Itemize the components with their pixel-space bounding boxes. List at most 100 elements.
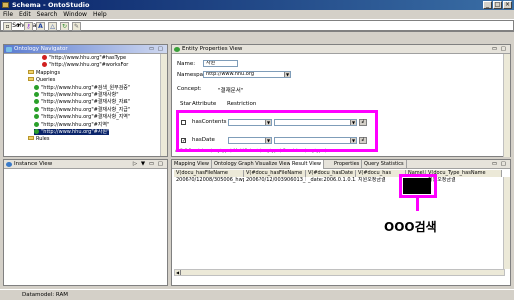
status-text: Datamodel: RAM: [22, 292, 68, 298]
instance-icon: [6, 162, 12, 167]
menu-search[interactable]: Search: [37, 10, 58, 19]
close-icon[interactable]: ×: [503, 1, 512, 9]
result-table-body: 2006?0/12008/305006_hwp 2006?0/12/0039060…: [172, 177, 505, 184]
query-icon: [34, 114, 39, 120]
tree-item[interactable]: "http://www.hhu.org"#결재사항_지급": [34, 106, 131, 113]
folder-icon: [28, 136, 34, 141]
menu-file[interactable]: File: [3, 10, 13, 19]
key-icon[interactable]: ⚷: [24, 22, 33, 31]
instance-view-tab[interactable]: Instance View ▷ ▼ ▭ ▢: [4, 160, 167, 169]
tree-item[interactable]: "http://www.hhu.org"#hasType: [42, 55, 126, 61]
tree-item-label: "http://www.hhu.org"#결재사항_지역": [41, 114, 131, 121]
property-icon: [42, 62, 47, 68]
tree-item[interactable]: "http://www.hhu.org"#지역": [34, 121, 110, 128]
tree-item[interactable]: Rules: [28, 136, 50, 142]
tree-item[interactable]: "http://www.hhu.org"#결재사항_자료": [34, 99, 130, 105]
pane-controls[interactable]: ▭ ▢: [492, 160, 507, 169]
ontology-navigator-tab[interactable]: Ontology Navigator ▭ ▢: [4, 45, 167, 54]
column-header[interactable]: V(#docu_hasFileName: [244, 170, 306, 177]
toolbar: ▫ ▾ ⚷ A △ ↻ ✎ ◉ Schema: [0, 19, 514, 32]
window-controls: _ □ ×: [483, 1, 512, 9]
query-icon: [34, 99, 39, 105]
result-tab[interactable]: Mapping View: [172, 160, 212, 169]
a-icon[interactable]: A: [36, 22, 45, 31]
namespace-value: http://www.hhu.org: [206, 71, 255, 77]
result-table-header: V(docu_hasFileName V(#docu_hasFileName V(#…: [172, 170, 505, 177]
query-icon: [34, 121, 39, 127]
property-icon: [42, 55, 47, 60]
annotation-label: OOO검색: [384, 220, 437, 234]
tree-item-label: Queries: [36, 77, 56, 84]
tree-item-label: "http://www.hhu.org"#결재사항": [41, 92, 119, 98]
refresh-icon[interactable]: ↻: [60, 22, 69, 31]
tree-item-label: "http://www.hhu.org"#결재사항_지급": [41, 106, 131, 113]
highlight-box: [176, 110, 378, 152]
namespace-select[interactable]: http://www.hhu.org ▼: [203, 71, 291, 78]
cell-highlight-box: [399, 174, 437, 198]
result-scrollbar[interactable]: [503, 177, 510, 269]
column-header[interactable]: V(#docu_hasDate: [306, 170, 356, 177]
result-tab[interactable]: Ontology Graph Visualize View: [212, 160, 294, 169]
properties-scrollbar[interactable]: [503, 54, 510, 157]
column-header[interactable]: V(docu_hasFileName: [174, 170, 244, 177]
table-cell[interactable]: 2006?0/12/003906013_hwp: [244, 177, 306, 184]
tree-scrollbar[interactable]: [160, 54, 167, 156]
pane-controls[interactable]: ▭ ▢: [149, 45, 164, 54]
header-attribute: Attribute: [192, 101, 217, 107]
result-tab[interactable]: Properties: [332, 160, 363, 169]
menu-edit[interactable]: Edit: [19, 10, 31, 19]
entity-icon: [174, 47, 180, 52]
window-title: Schema - OntoStudio: [12, 1, 90, 9]
query-icon: [34, 129, 39, 134]
name-label: Name:: [177, 61, 196, 67]
ontology-tree: "http://www.hhu.org"#hasType "http://www.…: [4, 54, 167, 156]
result-tab[interactable]: Query Statistics: [362, 160, 407, 169]
result-horizontal-scrollbar[interactable]: ◀: [174, 269, 505, 276]
tree-item[interactable]: "http://www.hhu.org"#worksFor: [42, 62, 128, 68]
tree-item[interactable]: "http://www.hhu.org"#결재사항_지역": [34, 114, 130, 120]
tree-item-label: "http://www.hhu.org"#사원": [41, 129, 110, 135]
tree-item[interactable]: Mappings: [28, 69, 60, 76]
triangle-icon[interactable]: △: [48, 22, 57, 31]
menu-window[interactable]: Window: [63, 10, 87, 19]
header-star: Star: [180, 101, 192, 107]
tree-item-label: "http://www.hhu.org"#hasType: [49, 55, 127, 61]
menu-bar: File Edit Search Window Help: [0, 10, 514, 19]
entity-properties-tab[interactable]: Entity Properties View ▭ ▢: [172, 45, 510, 54]
navigator-icon: [6, 47, 12, 52]
result-tab[interactable]: Result View: [290, 160, 324, 169]
column-header[interactable]: V(docu_Type_hasName: [426, 170, 502, 177]
new-icon[interactable]: ▫: [3, 22, 12, 31]
tree-item[interactable]: "http://www.hhu.org"#검색_원부검증": [34, 84, 131, 91]
concept-label: Concept:: [177, 86, 202, 92]
query-icon: [34, 84, 39, 90]
entity-properties-title: Entity Properties View: [182, 46, 243, 52]
chevron-down-icon: ▼: [284, 72, 290, 77]
tree-item-label: "http://www.hhu.org"#worksFor: [49, 62, 129, 69]
table-cell[interactable]: 지원오청금결: [426, 177, 502, 184]
pane-controls[interactable]: ▷ ▼ ▭ ▢: [133, 160, 164, 169]
name-field[interactable]: 사원: [203, 60, 238, 67]
minimize-icon[interactable]: _: [483, 1, 492, 9]
query-icon: [34, 92, 39, 97]
table-cell[interactable]: _date:2006.0.1.0.1.0: [306, 177, 356, 184]
dropdown-icon[interactable]: ▾: [14, 22, 23, 31]
tree-item-label: "http://www.hhu.org"#지역": [41, 121, 110, 128]
tree-item-label: "http://www.hhu.org"#검색_원부검증": [41, 84, 131, 91]
ontology-navigator-pane: Ontology Navigator ▭ ▢ "http://www.hhu.o…: [3, 44, 168, 157]
menu-help[interactable]: Help: [93, 10, 107, 19]
maximize-icon[interactable]: □: [493, 1, 502, 9]
pin-icon[interactable]: ✎: [72, 22, 81, 31]
tree-item[interactable]: "http://www.hhu.org"#결재사항": [34, 92, 119, 98]
table-cell[interactable]: 2006?0/12008/305006_hwp: [174, 177, 244, 184]
result-tab-strip: ▭ ▢ Mapping View Ontology Graph Visualize…: [172, 160, 510, 169]
tree-item[interactable]: Queries: [28, 77, 55, 83]
instance-view-title: Instance View: [14, 161, 53, 167]
pane-controls[interactable]: ▭ ▢: [492, 45, 507, 54]
tree-item[interactable]: "http://www.hhu.org"#사원": [34, 129, 110, 135]
result-pane: ▭ ▢ Mapping View Ontology Graph Visualize…: [171, 159, 511, 286]
tree-item-label: Rules: [36, 136, 50, 143]
scroll-left-icon[interactable]: ◀: [175, 270, 181, 275]
folder-icon: [28, 77, 34, 82]
tree-item-label: "http://www.hhu.org"#결재사항_자료": [41, 99, 131, 106]
